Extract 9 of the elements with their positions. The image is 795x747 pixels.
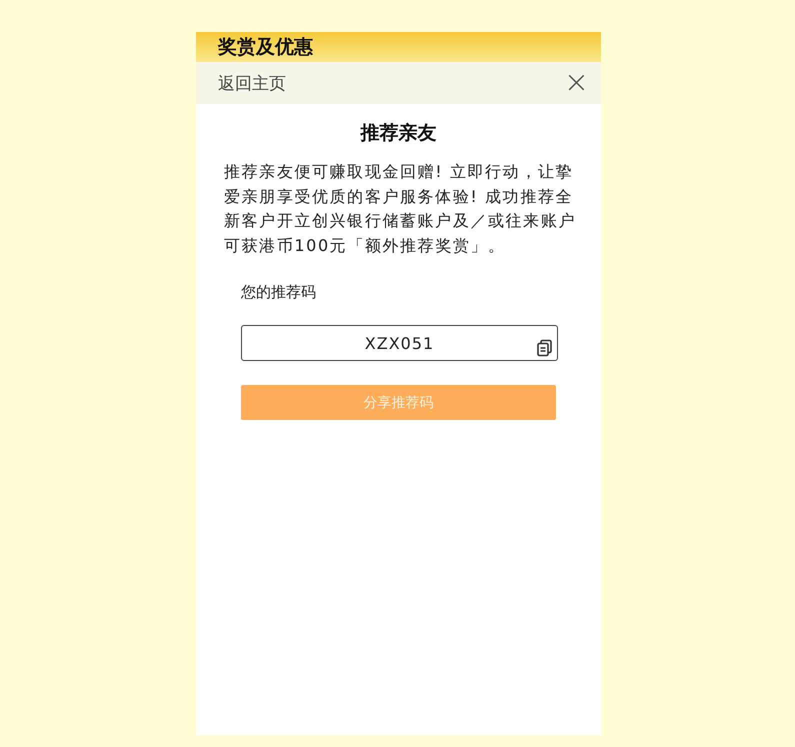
description-text: 推荐亲友便可赚取现金回赠! 立即行动，让挚爱亲朋享受优质的客户服务体验! 成功推荐全新客户开立创兴银行储蓄账户及／或往来账户可获港币100元「额外推荐奖赏」。 — [224, 161, 577, 256]
close-button[interactable]: × — [560, 68, 593, 98]
back-link[interactable]: 返回主页 — [218, 72, 286, 94]
page-title: 奖赏及优惠 — [218, 35, 313, 60]
section-heading: 推荐亲友 — [359, 121, 438, 146]
referral-code: XZX051 — [364, 334, 434, 352]
copy-icon[interactable] — [536, 339, 554, 357]
referral-code-field[interactable]: XZX051 — [241, 325, 558, 361]
code-label: 您的推荐码 — [241, 283, 317, 302]
